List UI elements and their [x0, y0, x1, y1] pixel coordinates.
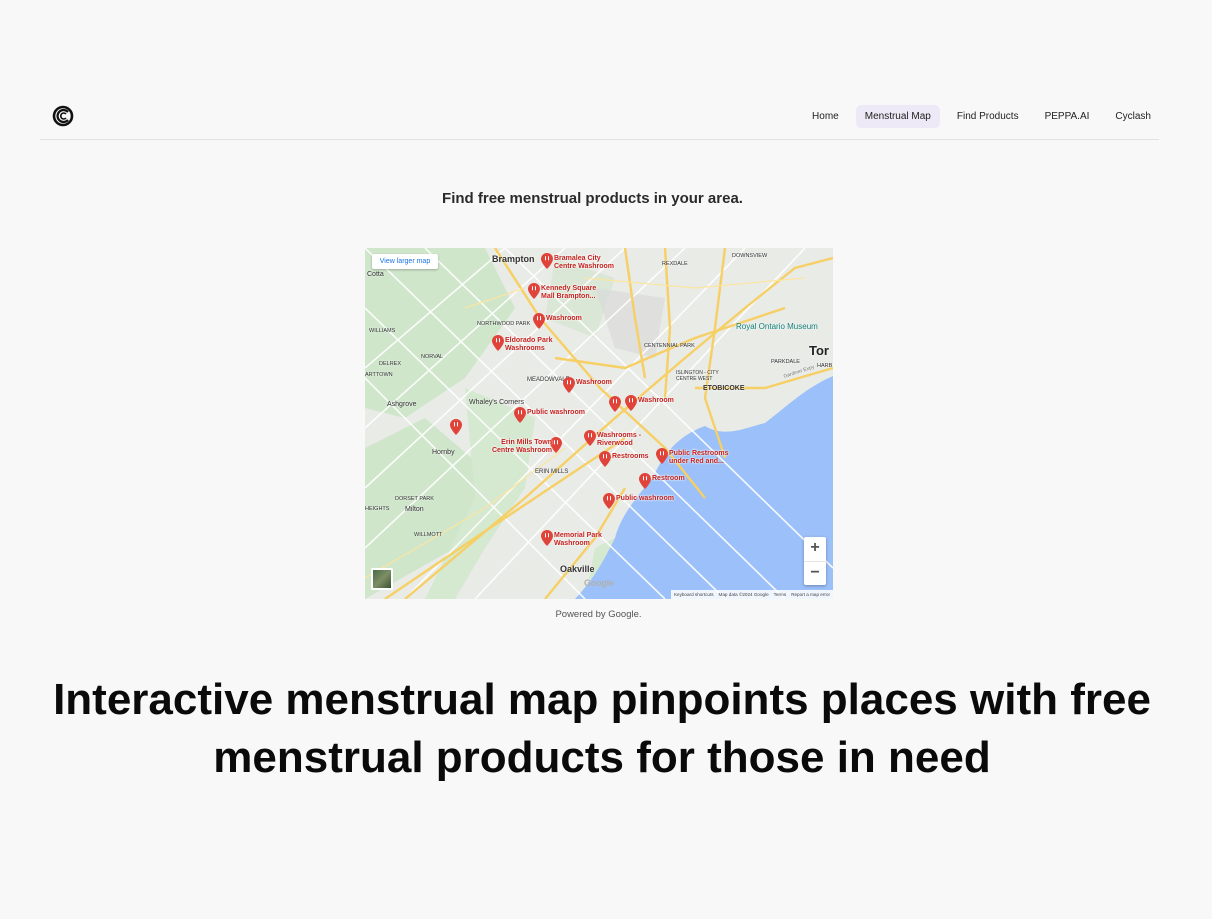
place-label: Cotta	[367, 271, 384, 278]
map-marker-label: Washroom	[546, 315, 582, 322]
logo-icon[interactable]	[52, 105, 74, 127]
place-label: NORVAL	[421, 354, 444, 360]
place-label: DELREX	[379, 361, 402, 367]
satellite-layer-toggle[interactable]	[371, 568, 393, 590]
map-marker-label: Washroom	[576, 379, 612, 386]
place-label: Ashgrove	[387, 401, 417, 408]
report-map-error-link[interactable]: Report a map error	[791, 590, 830, 599]
google-logo: Google	[584, 578, 614, 588]
zoom-control: + −	[804, 537, 826, 585]
place-label: ERIN MILLS	[535, 469, 569, 475]
map-marker-label: Memorial Park Washroom	[554, 532, 602, 547]
map-marker-label: Public Restrooms under Red and...	[669, 450, 729, 465]
view-larger-map-link[interactable]: View larger map	[372, 254, 438, 269]
place-label: Hornby	[432, 449, 455, 456]
place-label: HARB	[817, 363, 833, 369]
map-data-credit: Map data ©2024 Google	[718, 592, 769, 597]
powered-by-text: Powered by Google.	[555, 609, 642, 620]
place-label: REXDALE	[662, 261, 688, 267]
place-label: CENTENNIAL PARK	[644, 343, 695, 349]
map-marker-label: Erin Mills Town Centre Washroom	[491, 439, 552, 454]
map-marker[interactable]	[584, 430, 596, 446]
map-marker-label: Public washroom	[527, 409, 585, 416]
headline: Interactive menstrual map pinpoints plac…	[53, 675, 1151, 782]
place-label: ETOBICOKE	[703, 385, 745, 392]
place-label: WILLMOTT	[414, 532, 443, 538]
keyboard-shortcuts-link[interactable]: Keyboard shortcuts	[674, 590, 714, 599]
map-marker[interactable]	[541, 253, 553, 269]
map-marker-label: Public washroom	[616, 495, 674, 502]
map-marker[interactable]	[528, 283, 540, 299]
zoom-in-button[interactable]: +	[804, 537, 826, 561]
place-label: ARTTOWN	[365, 372, 393, 378]
place-label: DORSET PARK	[395, 496, 434, 502]
map-marker-label: Kennedy Square Mall Brampton...	[541, 285, 597, 300]
main-nav: Home Menstrual Map Find Products PEPPA.A…	[803, 105, 1160, 128]
place-label: HEIGHTS	[365, 506, 390, 512]
map-marker-label: Bramalea City Centre Washroom	[554, 255, 615, 270]
map-marker[interactable]	[603, 493, 615, 509]
nav-peppa-ai[interactable]: PEPPA.AI	[1036, 105, 1099, 128]
place-label: WILLIAMS	[369, 328, 396, 334]
map-marker[interactable]	[609, 396, 621, 412]
map-marker[interactable]	[563, 377, 575, 393]
place-label: Tor	[809, 343, 829, 358]
nav-menstrual-map[interactable]: Menstrual Map	[855, 105, 940, 128]
place-label: Whaley's Corners	[469, 399, 525, 406]
map-marker[interactable]	[541, 530, 553, 546]
page-subtitle: Find free menstrual products in your are…	[442, 190, 743, 207]
nav-home[interactable]: Home	[803, 105, 848, 128]
map-marker[interactable]	[533, 313, 545, 329]
map-marker-label: Restroom	[652, 475, 685, 482]
place-label: Brampton	[492, 254, 535, 264]
map-marker-label: Restrooms	[612, 453, 649, 460]
header-divider	[40, 139, 1159, 140]
place-label: ISLINGTON - CITY CENTRE WEST	[676, 370, 719, 382]
place-label: Milton	[405, 506, 424, 513]
map-marker-label: Washroom	[638, 397, 674, 404]
map-marker[interactable]	[656, 448, 668, 464]
map-marker[interactable]	[514, 407, 526, 423]
place-label: DOWNSVIEW	[732, 253, 768, 259]
map-marker[interactable]	[599, 451, 611, 467]
terms-link[interactable]: Terms	[774, 590, 787, 599]
map-marker[interactable]	[639, 473, 651, 489]
map-marker[interactable]	[492, 335, 504, 351]
map-marker-label: Washrooms - Riverwood	[597, 432, 642, 447]
zoom-out-button[interactable]: −	[804, 561, 826, 586]
place-label: Oakville	[560, 564, 595, 574]
map-attribution: Keyboard shortcuts Map data ©2024 Google…	[670, 590, 833, 599]
map-marker[interactable]	[625, 395, 637, 411]
nav-find-products[interactable]: Find Products	[948, 105, 1028, 128]
place-label: NORTHWOOD PARK	[477, 321, 531, 327]
map-marker[interactable]	[450, 419, 462, 435]
nav-cyclash[interactable]: Cyclash	[1106, 105, 1160, 128]
map-marker-label: Eldorado Park Washrooms	[505, 337, 553, 352]
place-label: Royal Ontario Museum	[736, 322, 818, 331]
place-label: PARKDALE	[771, 359, 800, 365]
map-embed[interactable]: View larger map Brampton Oakville Milton…	[365, 248, 833, 599]
